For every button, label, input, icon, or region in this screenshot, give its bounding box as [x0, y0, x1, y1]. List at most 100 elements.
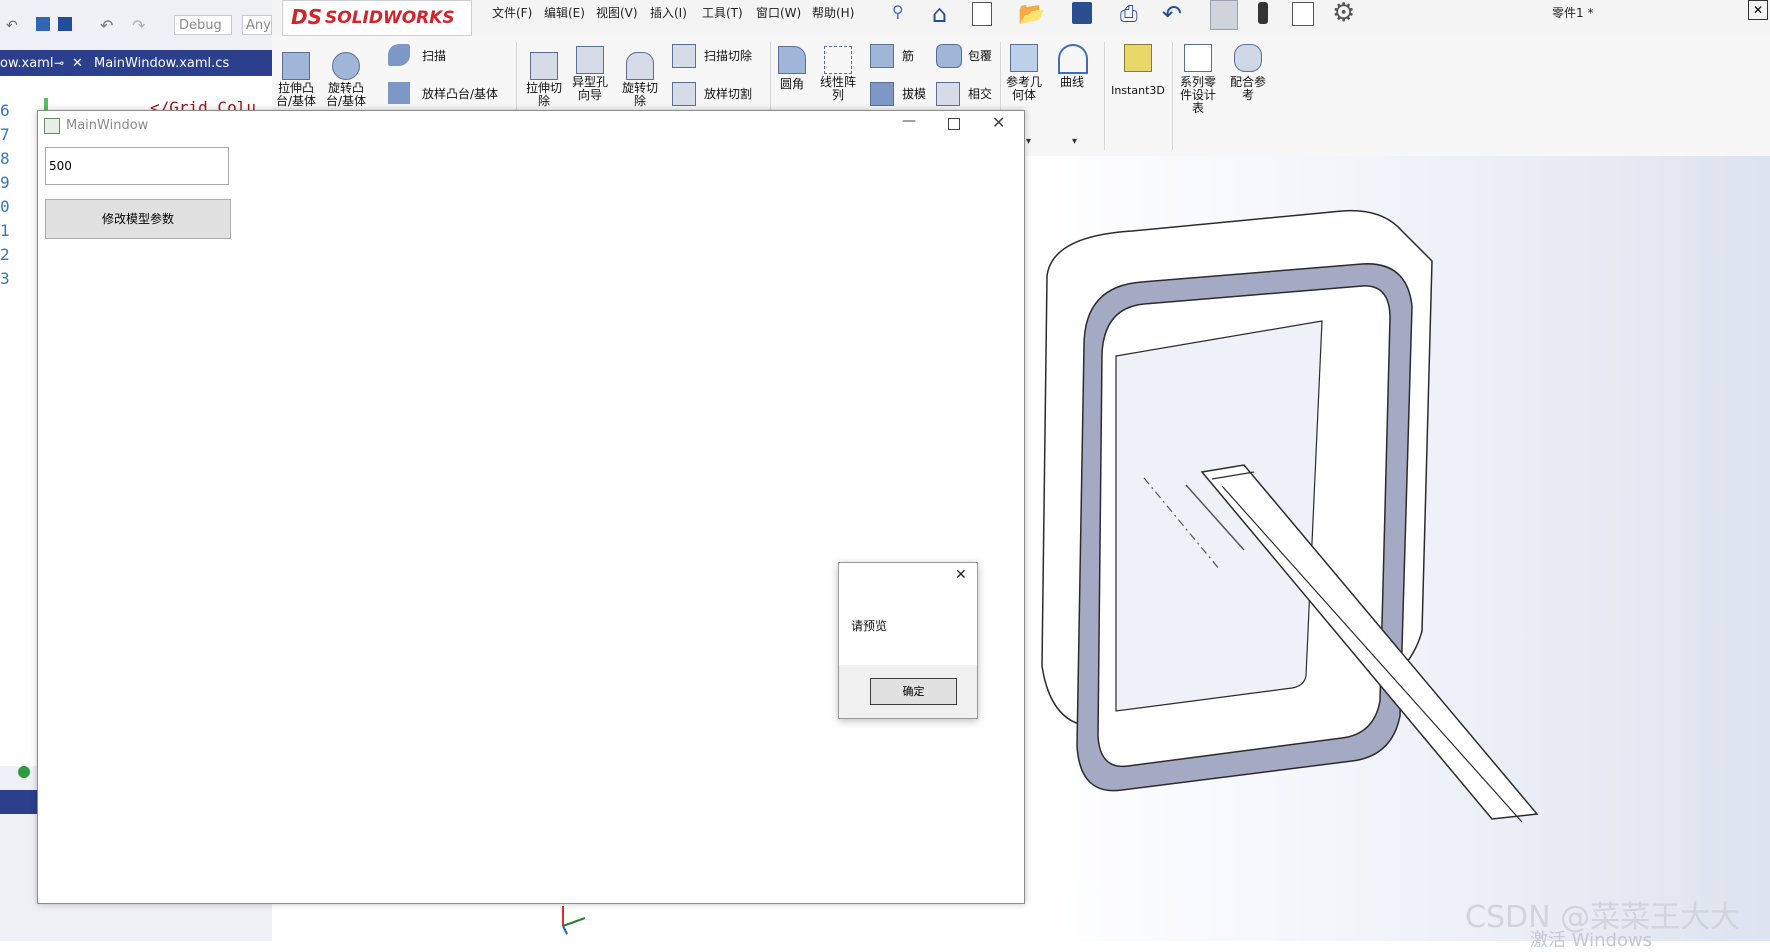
line-number: 6 [0, 101, 10, 120]
line-number: 3 [0, 269, 10, 288]
extrude-boss-button[interactable]: 拉伸凸 台/基体 [274, 82, 318, 108]
solidworks-logo: DS SOLIDWORKS [282, 0, 472, 36]
wrap-icon[interactable] [936, 44, 962, 68]
tab-mainwindow-xaml[interactable]: ow.xaml [0, 53, 53, 74]
design-table-button[interactable]: 系列零 件设计 表 [1176, 76, 1220, 115]
modify-model-params-button[interactable]: 修改模型参数 [45, 199, 231, 239]
wpf-main-window: MainWindow — ✕ 修改模型参数 ✕ 请预览 确定 [37, 110, 1025, 904]
fillet-icon[interactable] [778, 46, 806, 74]
line-number: 9 [0, 173, 10, 192]
close-icon[interactable]: ✕ [72, 53, 83, 74]
file-properties-icon[interactable] [1292, 2, 1314, 26]
line-number: 7 [0, 125, 10, 144]
design-table-icon[interactable] [1184, 44, 1212, 72]
graphics-viewport[interactable] [1022, 156, 1770, 941]
window-title-bar[interactable]: MainWindow — ✕ [38, 111, 1024, 141]
intersect-icon[interactable] [936, 82, 960, 106]
coordinate-triad-icon [555, 900, 595, 938]
frame-inner-back-face [1115, 320, 1323, 712]
menu-file[interactable]: 文件(F) [492, 4, 532, 21]
traffic-light-icon[interactable] [1258, 2, 1268, 24]
loft-cut-icon[interactable] [672, 82, 696, 106]
vs-toolbar: ↶ ↶ ↷ Debug Any [0, 0, 272, 53]
close-icon[interactable]: ✕ [992, 113, 1005, 132]
linear-pattern-button[interactable]: 线性阵 列 [816, 76, 860, 102]
loft-boss-button[interactable]: 放样凸台/基体 [422, 88, 498, 101]
extrude-cut-icon[interactable] [530, 52, 558, 80]
loft-cut-button[interactable]: 放样切割 [704, 88, 752, 101]
activate-windows-text: 激活 Windows [1530, 930, 1653, 951]
loft-boss-icon[interactable] [388, 82, 410, 104]
curves-icon[interactable] [1058, 44, 1088, 74]
print-icon[interactable]: ⎙ [1120, 2, 1138, 27]
hole-wizard-button[interactable]: 异型孔 向导 [568, 76, 612, 102]
sweep-icon[interactable] [388, 44, 410, 66]
redo-button-icon[interactable]: ↷ [132, 16, 145, 35]
line-number: 2 [0, 245, 10, 264]
revolve-cut-icon[interactable] [626, 52, 654, 80]
rib-button[interactable]: 筋 [902, 50, 914, 63]
instant3d-icon[interactable] [1124, 44, 1152, 72]
pin-icon[interactable]: ⚲ [892, 2, 904, 21]
rib-icon[interactable] [870, 44, 894, 68]
menu-edit[interactable]: 编辑(E) [544, 4, 585, 21]
curves-button[interactable]: 曲线 [1054, 76, 1090, 89]
tab-mainwindow-xaml-cs[interactable]: MainWindow.xaml.cs [94, 53, 229, 74]
draft-button[interactable]: 拔模 [902, 88, 926, 101]
extrude-boss-icon[interactable] [282, 52, 310, 80]
draft-icon[interactable] [870, 82, 894, 106]
mate-reference-button[interactable]: 配合参 考 [1226, 76, 1270, 102]
save-icon[interactable] [36, 17, 50, 31]
reference-geometry-button[interactable]: 参考几 何体 [1002, 76, 1046, 102]
mate-reference-icon[interactable] [1234, 44, 1262, 72]
message-box: ✕ 请预览 确定 [838, 562, 978, 719]
vs-document-tabs: ow.xaml ⊸ ✕ MainWindow.xaml.cs [0, 50, 272, 76]
revolve-cut-button[interactable]: 旋转切 除 [618, 82, 662, 108]
intersect-button[interactable]: 相交 [968, 88, 992, 101]
parameter-input[interactable] [45, 147, 229, 185]
save-icon[interactable] [1072, 2, 1092, 24]
revolve-boss-button[interactable]: 旋转凸 台/基体 [324, 82, 368, 108]
chevron-down-icon[interactable]: ▾ [1026, 136, 1031, 147]
message-text: 请预览 [851, 619, 888, 633]
open-folder-icon[interactable]: 📂 [1018, 2, 1045, 27]
line-number: 1 [0, 221, 10, 240]
linear-pattern-icon[interactable] [824, 46, 852, 74]
menu-tools[interactable]: 工具(T) [702, 4, 743, 21]
chevron-down-icon[interactable]: ▾ [1072, 136, 1077, 147]
new-document-icon[interactable] [972, 2, 992, 26]
home-icon[interactable]: ⌂ [932, 0, 947, 28]
reference-geometry-icon[interactable] [1010, 44, 1038, 72]
wrap-button[interactable]: 包覆 [968, 50, 992, 63]
menu-help[interactable]: 帮助(H) [812, 4, 854, 21]
config-dropdown[interactable]: Debug [174, 15, 232, 35]
options-gear-icon[interactable]: ⚙ [1332, 0, 1355, 28]
menu-insert[interactable]: 插入(I) [650, 4, 687, 21]
select-pointer-icon[interactable] [1210, 0, 1238, 30]
undo-button-icon[interactable]: ↶ [100, 16, 113, 35]
pin-icon[interactable]: ⊸ [54, 53, 64, 74]
check-icon [18, 766, 30, 778]
window-title: MainWindow [66, 118, 149, 133]
menu-view[interactable]: 视图(V) [596, 4, 638, 21]
fillet-button[interactable]: 圆角 [778, 78, 806, 91]
close-icon[interactable]: ✕ [955, 567, 967, 583]
undo-icon[interactable]: ↶ [6, 18, 18, 34]
logo-text: SOLIDWORKS [325, 8, 455, 28]
menu-window[interactable]: 窗口(W) [756, 4, 801, 21]
app-icon [44, 118, 60, 134]
close-icon[interactable]: ✕ [1748, 0, 1768, 20]
platform-dropdown[interactable]: Any [242, 15, 272, 35]
undo-icon[interactable]: ↶ [1162, 0, 1182, 28]
ok-button[interactable]: 确定 [870, 678, 957, 705]
save-all-icon[interactable] [58, 17, 72, 31]
sweep-cut-icon[interactable] [672, 44, 696, 68]
minimize-icon[interactable]: — [902, 113, 916, 129]
extrude-cut-button[interactable]: 拉伸切 除 [522, 82, 566, 108]
sweep-button[interactable]: 扫描 [422, 50, 446, 63]
revolve-boss-icon[interactable] [332, 52, 360, 80]
maximize-icon[interactable] [948, 118, 960, 130]
sweep-cut-button[interactable]: 扫描切除 [704, 50, 752, 63]
instant3d-button[interactable]: Instant3D [1110, 84, 1166, 97]
hole-wizard-icon[interactable] [576, 46, 604, 74]
